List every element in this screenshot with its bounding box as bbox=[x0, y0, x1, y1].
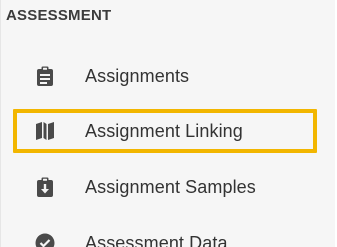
sidebar-item-label: Assignments bbox=[85, 65, 190, 86]
clipboard-download-icon bbox=[35, 176, 55, 198]
sidebar-item-label: Assignment Samples bbox=[85, 176, 256, 197]
assessment-sidebar: ASSESSMENT Assignments Assignment Linkin… bbox=[0, 0, 335, 247]
sidebar-item-label: Assessment Data bbox=[85, 232, 228, 247]
sidebar-item-assignments[interactable]: Assignments bbox=[35, 61, 325, 91]
check-circle-icon bbox=[35, 232, 55, 247]
sidebar-item-assessment-data[interactable]: Assessment Data bbox=[35, 228, 325, 247]
clipboard-icon bbox=[35, 65, 55, 87]
section-title-assessment: ASSESSMENT bbox=[6, 7, 112, 24]
sidebar-item-assignment-samples[interactable]: Assignment Samples bbox=[35, 172, 325, 202]
highlight-box bbox=[13, 109, 317, 153]
